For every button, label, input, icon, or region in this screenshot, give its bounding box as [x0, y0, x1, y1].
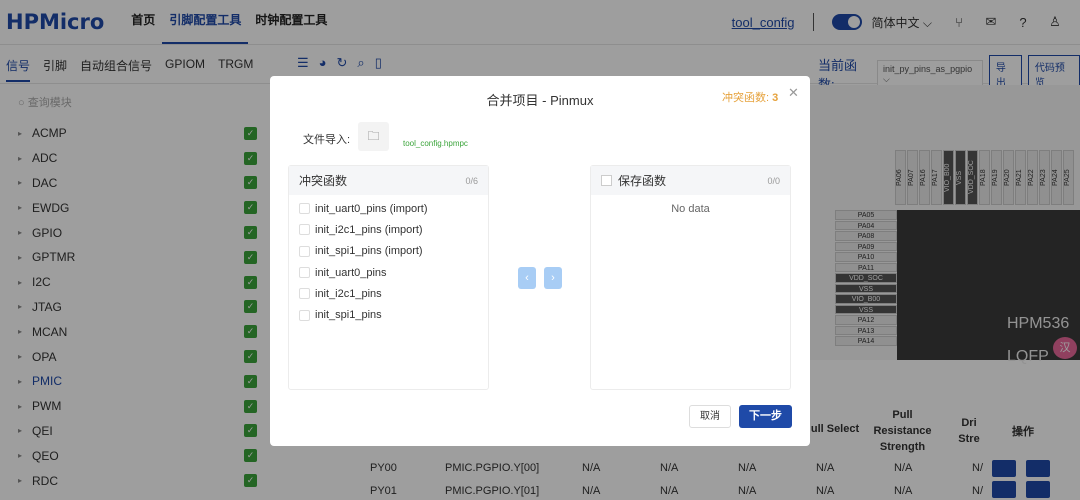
- function-name: init_uart0_pins: [315, 266, 387, 279]
- chevron-left-icon: ‹: [525, 272, 529, 284]
- item-checkbox[interactable]: [299, 267, 310, 279]
- panel-header: 保存函数 0/0: [591, 166, 790, 195]
- next-button[interactable]: 下一步: [739, 405, 792, 428]
- file-import-label: 文件导入:: [303, 134, 351, 146]
- imported-file-name: tool_config.hpmpc: [403, 139, 468, 148]
- conflict-count: 3: [772, 92, 779, 104]
- cancel-button[interactable]: 取消: [689, 405, 731, 428]
- conflict-function-item[interactable]: init_i2c1_pins: [289, 283, 488, 304]
- conflict-function-item[interactable]: init_spi1_pins: [289, 304, 488, 325]
- folder-icon: 🗀: [367, 129, 380, 143]
- conflict-count-label: 冲突函数: 3: [722, 89, 778, 105]
- merge-project-dialog: 合并项目 - Pinmux 冲突函数: 3 ✕ 文件导入: 🗀 tool_con…: [270, 76, 810, 446]
- panel-header: 冲突函数 0/6: [289, 166, 488, 195]
- panel-count: 0/0: [767, 175, 780, 186]
- panel-count: 0/6: [465, 175, 478, 186]
- chevron-right-icon: ›: [551, 272, 555, 284]
- folder-open-button[interactable]: 🗀: [358, 122, 389, 151]
- move-left-button[interactable]: ‹: [518, 267, 536, 289]
- close-icon[interactable]: ✕: [788, 85, 799, 101]
- item-checkbox[interactable]: [299, 203, 310, 215]
- panel-title: 冲突函数: [299, 174, 348, 188]
- empty-state: No data: [671, 203, 710, 215]
- conflict-function-item[interactable]: init_spi1_pins (import): [289, 241, 488, 262]
- function-name: init_spi1_pins: [315, 309, 382, 322]
- conflict-function-item[interactable]: init_uart0_pins: [289, 262, 488, 283]
- select-all-checkbox[interactable]: [601, 175, 612, 186]
- item-checkbox[interactable]: [299, 309, 310, 321]
- function-name: init_i2c1_pins (import): [315, 223, 423, 236]
- conflict-functions-panel: 冲突函数 0/6 init_uart0_pins (import) init_i2…: [288, 165, 489, 390]
- item-checkbox[interactable]: [299, 224, 310, 236]
- conflict-function-list: init_uart0_pins (import) init_i2c1_pins (…: [289, 195, 488, 326]
- conflict-function-item[interactable]: init_i2c1_pins (import): [289, 219, 488, 240]
- move-right-button[interactable]: ›: [544, 267, 562, 289]
- function-name: init_spi1_pins (import): [315, 245, 423, 258]
- conflict-label: 冲突函数:: [722, 92, 770, 104]
- panel-title: 保存函数: [618, 174, 667, 188]
- save-functions-panel: 保存函数 0/0 No data: [590, 165, 791, 390]
- conflict-function-item[interactable]: init_uart0_pins (import): [289, 198, 488, 219]
- item-checkbox[interactable]: [299, 288, 310, 300]
- item-checkbox[interactable]: [299, 245, 310, 257]
- function-name: init_uart0_pins (import): [315, 202, 428, 215]
- function-name: init_i2c1_pins: [315, 287, 382, 300]
